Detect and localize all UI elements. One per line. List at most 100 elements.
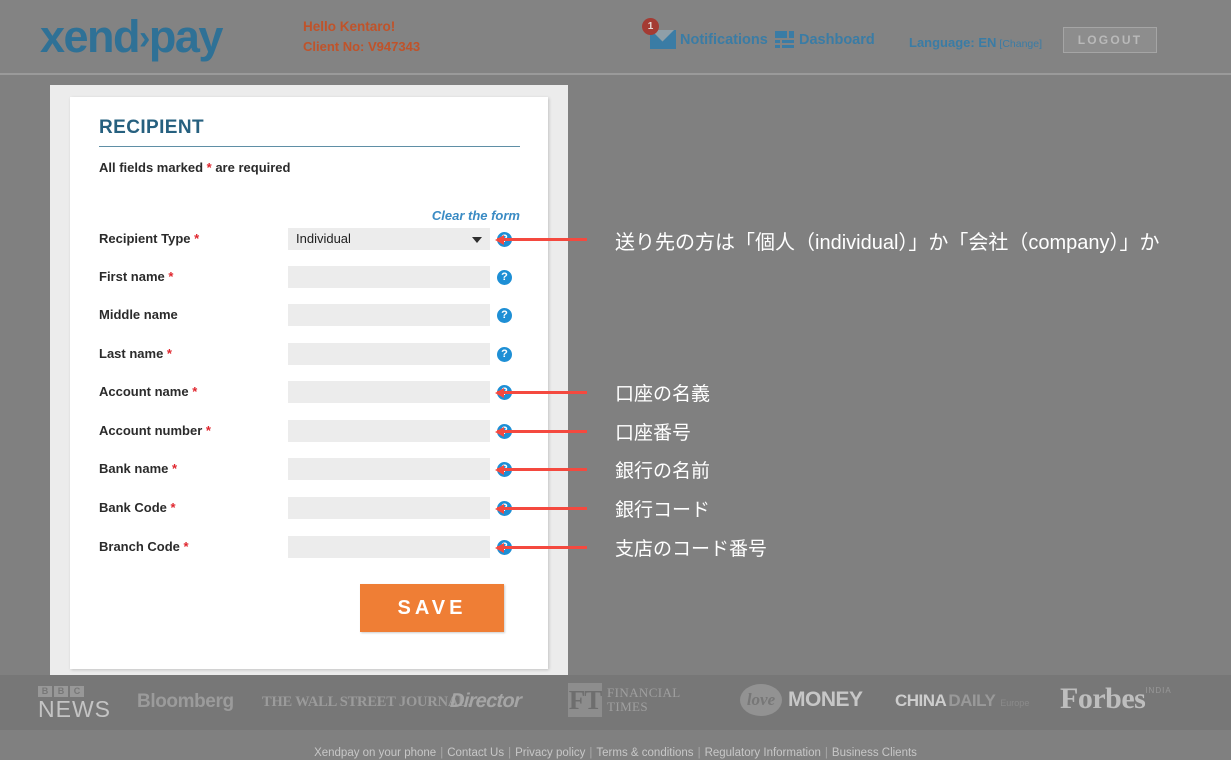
- annotation-arrow: [495, 464, 587, 475]
- china-label: CHINA: [895, 691, 947, 710]
- required-fields-note: All fields marked * are required: [99, 160, 290, 175]
- user-greeting: Hello Kentaro! Client No: V947343: [303, 17, 420, 57]
- annotation-arrow: [495, 426, 587, 437]
- field-label: Account name *: [99, 384, 198, 399]
- help-icon[interactable]: ?: [497, 308, 512, 323]
- logo-chevron-icon: ›: [139, 19, 150, 57]
- text-input[interactable]: [288, 420, 490, 442]
- ft-line-2: TIMES: [607, 699, 648, 714]
- required-asterisk: *: [171, 461, 178, 476]
- field-label: Bank Code *: [99, 500, 176, 515]
- required-asterisk: *: [168, 269, 174, 284]
- footer-links: Xendpay on your phone | Contact Us | Privacy…: [0, 747, 1231, 759]
- site-header: xend›pay Hello Kentaro! Client No: V9473…: [0, 0, 1231, 75]
- notifications-link[interactable]: 1 Notifications: [642, 18, 768, 50]
- logout-button[interactable]: LOGOUT: [1063, 27, 1157, 53]
- dashboard-label: Dashboard: [799, 31, 875, 48]
- forbes-wordmark: Forbes: [1060, 682, 1146, 715]
- language-label: Language: EN: [909, 35, 997, 50]
- annotation-arrow: [495, 503, 587, 514]
- form-row: Account name *?: [70, 381, 548, 403]
- forbes-india-label: INDIA: [1145, 686, 1172, 695]
- annotation-text: 口座番号: [615, 423, 692, 444]
- field-label: Bank name *: [99, 461, 178, 476]
- press-logo-financial-times: FT FINANCIAL TIMES: [568, 683, 681, 717]
- required-note-suffix: are required: [211, 160, 291, 175]
- xendpay-logo[interactable]: xend›pay: [40, 11, 224, 63]
- annotation-text: 銀行コード: [615, 500, 711, 521]
- help-icon[interactable]: ?: [497, 270, 512, 285]
- annotation-text: 送り先の方は「個人（individual）」か「会社（company）」か: [615, 232, 1160, 254]
- dashboard-link[interactable]: Dashboard: [775, 31, 875, 48]
- ft-monogram-icon: FT: [568, 683, 602, 717]
- footer-separator: |: [508, 747, 512, 759]
- footer-link[interactable]: Privacy policy: [515, 747, 585, 759]
- press-logo-wsj: THE WALL STREET JOURNAL.: [262, 694, 472, 710]
- form-row: Middle name ?: [70, 304, 548, 326]
- required-asterisk: *: [205, 423, 211, 438]
- footer-link[interactable]: Regulatory Information: [705, 747, 821, 759]
- footer-link[interactable]: Xendpay on your phone: [314, 747, 436, 759]
- annotation-text: 口座の名義: [615, 384, 711, 405]
- field-label: First name *: [99, 269, 174, 284]
- language-selector[interactable]: Language: EN [Change]: [909, 35, 1042, 50]
- text-input[interactable]: [288, 381, 490, 403]
- envelope-icon: 1: [642, 18, 676, 50]
- required-asterisk: *: [166, 346, 172, 361]
- greeting-client-no: Client No: V947343: [303, 39, 421, 54]
- annotation-arrow: [495, 542, 587, 553]
- form-row: Account number *?: [70, 420, 548, 442]
- press-logo-forbes: Forbes INDIA: [1060, 683, 1172, 715]
- clear-the-form-link[interactable]: Clear the form: [387, 208, 520, 223]
- required-note-prefix: All fields marked: [99, 160, 207, 175]
- footer-separator: |: [440, 747, 444, 759]
- notifications-badge: 1: [642, 18, 659, 35]
- text-input[interactable]: [288, 343, 490, 365]
- china-daily-europe-label: Europe: [1000, 698, 1030, 708]
- footer-separator: |: [589, 747, 593, 759]
- field-label: Branch Code *: [99, 539, 189, 554]
- press-logo-china-daily: CHINA DAILY Europe: [895, 691, 1029, 711]
- logo-text-xend: xend: [40, 11, 141, 62]
- love-oval-icon: love: [740, 684, 782, 716]
- annotation-text: 支店のコード番号: [615, 539, 768, 560]
- required-asterisk: *: [170, 500, 176, 515]
- form-row: Bank Code *?: [70, 497, 548, 519]
- form-row: Branch Code *?: [70, 536, 548, 558]
- text-input[interactable]: [288, 266, 490, 288]
- footer-separator: |: [824, 747, 828, 759]
- text-input[interactable]: [288, 304, 490, 326]
- daily-label: DAILY: [948, 691, 996, 710]
- form-row: Last name *?: [70, 343, 548, 365]
- required-asterisk: *: [192, 384, 198, 399]
- page-wrapper: RECIPIENT All fields marked * are requir…: [50, 85, 568, 680]
- recipient-type-select[interactable]: Individual: [288, 228, 490, 250]
- text-input[interactable]: [288, 458, 490, 480]
- annotation-arrow: [495, 387, 587, 398]
- logo-text-pay: pay: [148, 11, 224, 62]
- field-label: Last name *: [99, 346, 172, 361]
- select-value: Individual: [296, 231, 351, 246]
- greeting-hello: Hello Kentaro!: [303, 19, 396, 34]
- field-label: Middle name: [99, 307, 178, 322]
- field-label: Account number *: [99, 423, 211, 438]
- footer-link[interactable]: Contact Us: [447, 747, 504, 759]
- chevron-down-icon: [472, 237, 482, 243]
- language-change-link[interactable]: [Change]: [999, 38, 1042, 50]
- form-row: Bank name *?: [70, 458, 548, 480]
- press-logo-bloomberg: Bloomberg: [137, 691, 234, 712]
- save-button[interactable]: SAVE: [360, 584, 504, 632]
- text-input[interactable]: [288, 497, 490, 519]
- ft-line-1: FINANCIAL: [607, 685, 681, 700]
- press-logo-bbc: B B C NEWS: [38, 686, 111, 721]
- page-title: RECIPIENT: [99, 117, 204, 138]
- press-logo-director: Director: [449, 690, 522, 712]
- form-row: First name *?: [70, 266, 548, 288]
- help-icon[interactable]: ?: [497, 347, 512, 362]
- footer-link[interactable]: Business Clients: [832, 747, 917, 759]
- text-input[interactable]: [288, 536, 490, 558]
- annotation-arrow: [495, 234, 587, 245]
- notifications-label: Notifications: [680, 32, 768, 48]
- form-row: Recipient Type *Individual?: [70, 228, 548, 250]
- footer-link[interactable]: Terms & conditions: [596, 747, 693, 759]
